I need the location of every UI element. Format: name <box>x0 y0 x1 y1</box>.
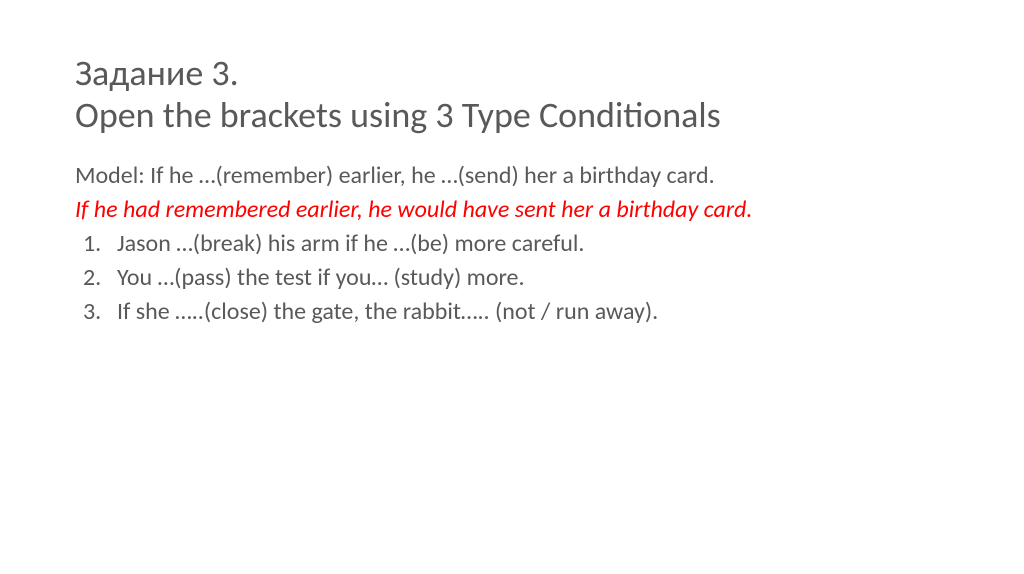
list-item: You …(pass) the test if you… (study) mor… <box>75 261 949 295</box>
list-item: If she …..(close) the gate, the rabbit….… <box>75 295 949 329</box>
model-answer: If he had remembered earlier, he would h… <box>75 193 949 227</box>
model-prefix: Model: <box>75 161 150 190</box>
task-label: Задание 3. <box>75 51 239 95</box>
body: Model: If he …(remember) earlier, he …(s… <box>75 159 949 329</box>
list-item: Jason …(break) his arm if he …(be) more … <box>75 227 949 261</box>
slide: Задание 3. Open the brackets using 3 Typ… <box>0 0 1024 574</box>
task-instruction: Open the brackets using 3 Type Condition… <box>75 93 721 137</box>
model-line: Model: If he …(remember) earlier, he …(s… <box>75 159 949 193</box>
task-title: Задание 3. Open the brackets using 3 Typ… <box>75 52 949 137</box>
model-sentence: If he …(remember) earlier, he …(send) he… <box>150 161 715 190</box>
exercise-list: Jason …(break) his arm if he …(be) more … <box>75 227 949 329</box>
